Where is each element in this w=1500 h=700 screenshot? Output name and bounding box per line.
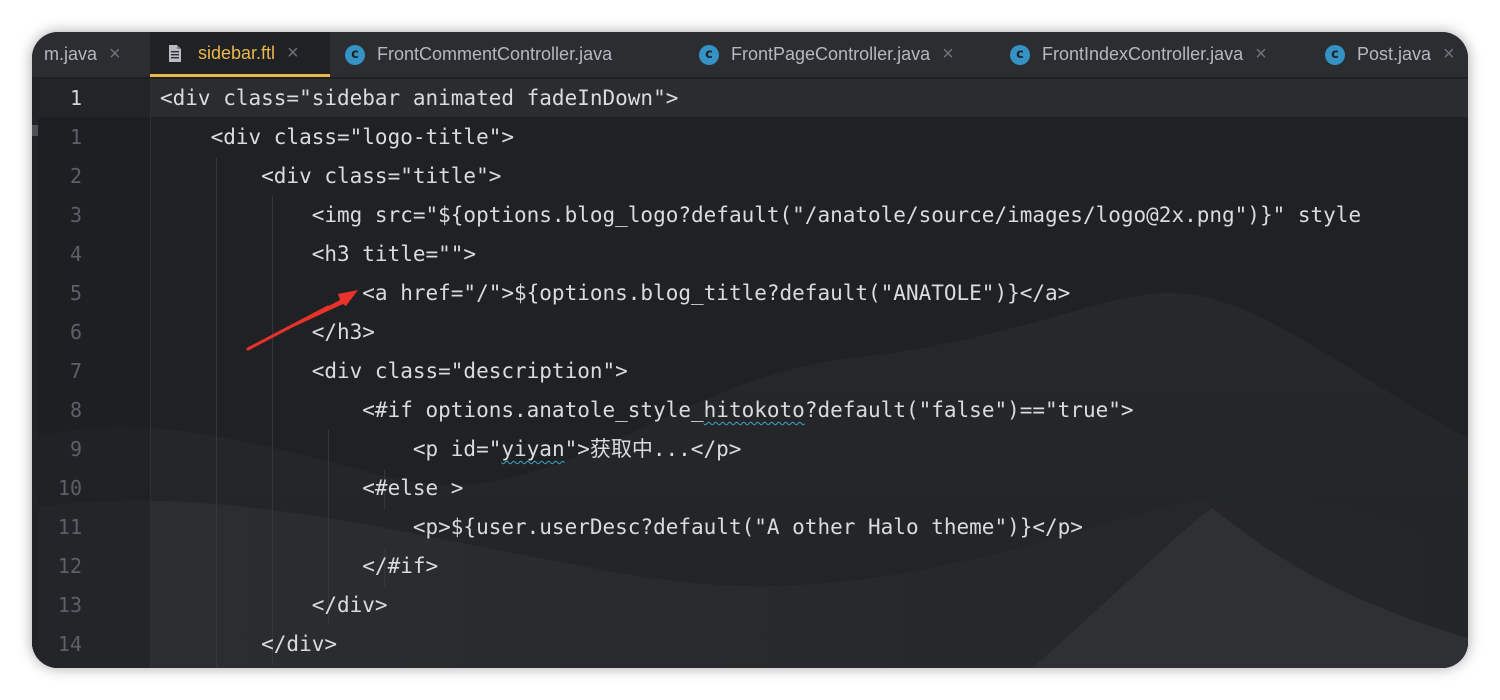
tab-label: FrontPageController.java	[731, 44, 931, 64]
code-line[interactable]: </div>	[160, 625, 337, 664]
line-number: 11	[57, 515, 82, 539]
tab-label: Post.java	[1357, 44, 1432, 64]
code-line[interactable]: </h3>	[160, 313, 375, 352]
line-number: 12	[57, 554, 82, 578]
editor-tab-bar: m.java × sidebar.ftl × c FrontCommentCon…	[32, 32, 1468, 78]
line-number: 2	[69, 164, 82, 188]
close-icon[interactable]: ×	[1443, 43, 1455, 66]
line-number: 1	[69, 125, 82, 149]
file-icon	[169, 44, 181, 62]
line-number: 3	[69, 203, 82, 227]
tab-front-comment-controller[interactable]: c FrontCommentController.java	[345, 32, 612, 77]
code-text: ?default("false")=="true">	[804, 398, 1134, 422]
line-number: 4	[69, 242, 82, 266]
tab-label: FrontIndexController.java	[1042, 44, 1244, 64]
close-icon[interactable]: ×	[1255, 43, 1267, 66]
line-number: 6	[69, 320, 82, 344]
line-number: 5	[69, 281, 82, 305]
java-class-icon: c	[345, 44, 365, 65]
tab-m-java[interactable]: m.java ×	[44, 32, 121, 77]
code-text: <#if options.anatole_style_	[160, 398, 704, 422]
java-class-icon: c	[1325, 44, 1345, 65]
code-line[interactable]: <p id="yiyan">获取中...</p>	[160, 430, 742, 469]
code-line[interactable]: <a href="/">${options.blog_title?default…	[160, 274, 1070, 313]
line-number: 14	[57, 632, 82, 656]
tab-sidebar-ftl[interactable]: sidebar.ftl ×	[150, 32, 330, 77]
line-number: 1	[69, 86, 82, 110]
code-line[interactable]: <img src="${options.blog_logo?default("/…	[160, 196, 1361, 235]
code-line[interactable]: <#else >	[160, 469, 463, 508]
tab-front-page-controller[interactable]: c FrontPageController.java ×	[699, 32, 954, 77]
line-number: 10	[57, 476, 82, 500]
tab-label: m.java	[44, 44, 98, 64]
close-icon[interactable]: ×	[287, 42, 299, 65]
tab-scroll-fade	[32, 32, 46, 77]
code-line[interactable]: <div class="description">	[160, 352, 628, 391]
code-line[interactable]: <#if options.anatole_style_hitokoto?defa…	[160, 391, 1134, 430]
tab-label: FrontCommentController.java	[377, 44, 613, 64]
typo-squiggle-word: yiyan	[501, 437, 565, 461]
line-number: 9	[69, 437, 82, 461]
code-line[interactable]: </#if>	[160, 547, 438, 586]
code-text: <p id="	[160, 437, 502, 461]
close-icon[interactable]: ×	[942, 43, 954, 66]
line-number: 13	[57, 593, 82, 617]
code-line[interactable]: <h3 title="">	[160, 235, 476, 274]
code-text: ">获取中...</p>	[564, 437, 742, 461]
java-class-icon: c	[1010, 44, 1030, 65]
code-line[interactable]: <p>${user.userDesc?default("A other Halo…	[160, 508, 1083, 547]
gutter-divider	[150, 78, 151, 668]
tab-front-index-controller[interactable]: c FrontIndexController.java ×	[1010, 32, 1267, 77]
code-line[interactable]: <div class="title">	[160, 157, 501, 196]
typo-squiggle-word: hitokoto	[703, 398, 805, 422]
code-line[interactable]: </div>	[160, 586, 388, 625]
close-icon[interactable]: ×	[109, 43, 121, 66]
line-number: 8	[69, 398, 82, 422]
code-line[interactable]: <div class="sidebar animated fadeInDown"…	[160, 79, 678, 118]
code-editor[interactable]: 1 1 2 3 4 5 6 7 8 9 10 11 12 13 14 <div …	[32, 78, 1468, 668]
tab-post-java[interactable]: c Post.java ×	[1325, 32, 1455, 77]
code-line[interactable]: <div class="logo-title">	[160, 118, 514, 157]
ide-window: m.java × sidebar.ftl × c FrontCommentCon…	[32, 32, 1468, 668]
tab-label: sidebar.ftl	[198, 42, 276, 63]
line-number: 7	[69, 359, 82, 383]
java-class-icon: c	[699, 44, 719, 65]
